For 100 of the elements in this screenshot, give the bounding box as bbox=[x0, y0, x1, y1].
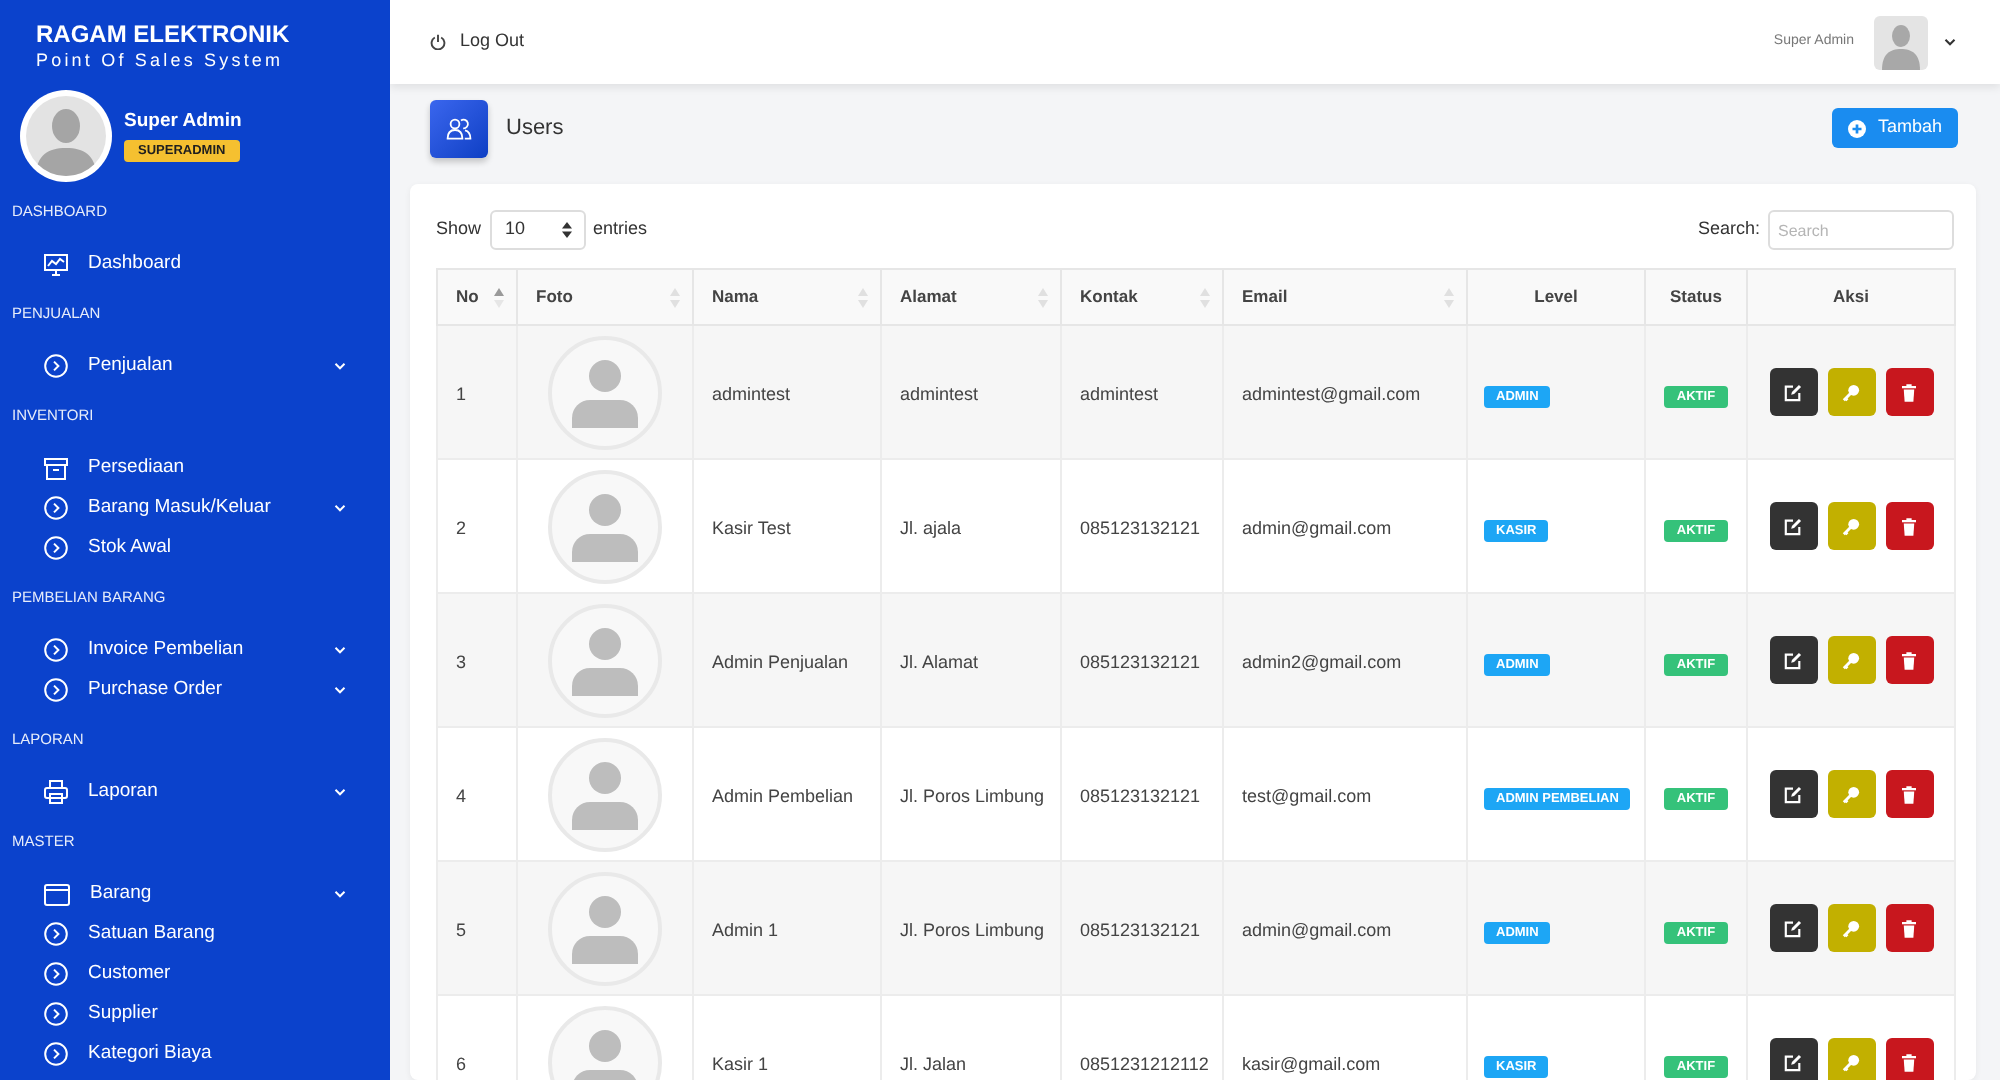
user-avatar-icon bbox=[548, 469, 662, 583]
nav-item[interactable]: Persediaan bbox=[44, 448, 346, 488]
double-caret-icon bbox=[561, 222, 572, 238]
edit-button[interactable] bbox=[1769, 904, 1817, 952]
brand-subtitle: Point Of Sales System bbox=[36, 48, 286, 72]
column-header[interactable]: Email bbox=[1223, 269, 1467, 325]
nav-item[interactable]: Satuan Barang bbox=[44, 914, 346, 954]
user-contact: 085123132121 bbox=[1080, 652, 1201, 672]
row-number: 5 bbox=[456, 920, 467, 940]
row-number: 4 bbox=[456, 786, 467, 806]
edit-button[interactable] bbox=[1769, 636, 1817, 684]
caret-icon bbox=[1944, 38, 1956, 46]
user-email: admin@gmail.com bbox=[1242, 518, 1392, 538]
user-address: Jl. ajala bbox=[900, 518, 962, 538]
user-name: Super Admin bbox=[124, 110, 242, 134]
nav-item[interactable]: Dashboard bbox=[44, 244, 346, 284]
key-icon bbox=[1842, 919, 1860, 937]
user-address: Jl. Jalan bbox=[900, 1054, 967, 1074]
edit-icon bbox=[1784, 1053, 1802, 1071]
window-icon bbox=[44, 883, 70, 905]
user-name: Kasir Test bbox=[712, 518, 791, 538]
nav-item[interactable]: Penjualan bbox=[44, 346, 346, 386]
user-name: Admin Penjualan bbox=[712, 652, 849, 672]
edit-button[interactable] bbox=[1769, 368, 1817, 416]
archive-icon bbox=[44, 457, 68, 479]
user-avatar-icon bbox=[548, 737, 662, 851]
edit-button[interactable] bbox=[1769, 770, 1817, 818]
user-email: kasir@gmail.com bbox=[1242, 1054, 1381, 1074]
trash-icon bbox=[1902, 651, 1916, 669]
edit-icon bbox=[1784, 383, 1802, 401]
trash-icon bbox=[1902, 383, 1916, 401]
page-size-select[interactable]: 10 bbox=[489, 210, 586, 250]
user-address: Jl. Poros Limbung bbox=[900, 920, 1045, 940]
user-address: Jl. Alamat bbox=[900, 652, 979, 672]
search-field[interactable]: Search bbox=[1768, 210, 1954, 250]
edit-icon bbox=[1784, 785, 1802, 803]
nav-item[interactable]: Purchase Order bbox=[44, 670, 346, 710]
user-contact: 0851231212112 bbox=[1080, 1054, 1209, 1074]
column-header[interactable]: No bbox=[437, 269, 517, 325]
nav-item[interactable]: Customer bbox=[44, 954, 346, 994]
show-label: Show bbox=[436, 216, 482, 243]
nav-item[interactable]: Invoice Pembelian bbox=[44, 630, 346, 670]
user-contact: admintest bbox=[1080, 384, 1159, 404]
user-name: Admin 1 bbox=[712, 920, 779, 940]
logout-link[interactable]: Log Out bbox=[430, 28, 525, 56]
user-name: Admin Pembelian bbox=[712, 786, 854, 806]
row-number: 3 bbox=[456, 652, 467, 672]
plus-circle-icon bbox=[1847, 119, 1866, 137]
delete-button[interactable] bbox=[1885, 636, 1933, 684]
user-name: Kasir 1 bbox=[712, 1054, 769, 1074]
trash-icon bbox=[1902, 517, 1916, 535]
user-contact: 085123132121 bbox=[1080, 920, 1201, 940]
edit-icon bbox=[1784, 919, 1802, 937]
user-contact: 085123132121 bbox=[1080, 518, 1201, 538]
user-contact: 085123132121 bbox=[1080, 786, 1201, 806]
delete-button[interactable] bbox=[1885, 368, 1933, 416]
user-avatar-icon bbox=[548, 335, 662, 449]
delete-button[interactable] bbox=[1885, 1038, 1933, 1080]
trash-icon bbox=[1902, 785, 1916, 803]
search-label: Search: bbox=[1697, 216, 1760, 243]
nav-item[interactable]: Supplier bbox=[44, 994, 346, 1034]
user-address: Jl. Poros Limbung bbox=[900, 786, 1045, 806]
user-avatar-icon bbox=[548, 603, 662, 717]
row-number: 6 bbox=[456, 1054, 467, 1074]
power-icon bbox=[430, 34, 446, 50]
key-icon bbox=[1842, 1053, 1860, 1071]
trash-icon bbox=[1902, 919, 1916, 937]
edit-button[interactable] bbox=[1769, 1038, 1817, 1080]
user-avatar-icon bbox=[20, 90, 112, 182]
nav-item[interactable]: Barang Masuk/Keluar bbox=[44, 488, 346, 528]
user-avatar-icon bbox=[548, 871, 662, 985]
user-email: admintest@gmail.com bbox=[1242, 384, 1421, 404]
row-number: 2 bbox=[456, 518, 467, 538]
key-icon bbox=[1842, 383, 1860, 401]
entries-label: entries bbox=[593, 216, 648, 243]
page-title: Users bbox=[506, 113, 564, 144]
key-icon bbox=[1842, 785, 1860, 803]
user-email: admin@gmail.com bbox=[1242, 920, 1392, 940]
printer-icon bbox=[44, 780, 68, 804]
row-number: 1 bbox=[456, 384, 467, 404]
nav-item[interactable]: Stok Awal bbox=[44, 528, 346, 568]
key-icon bbox=[1842, 651, 1860, 669]
key-icon bbox=[1842, 517, 1860, 535]
nav-item[interactable]: Barang bbox=[44, 874, 346, 914]
edit-icon bbox=[1784, 517, 1802, 535]
delete-button[interactable] bbox=[1885, 770, 1933, 818]
user-name: admintest bbox=[712, 384, 791, 404]
user-email: test@gmail.com bbox=[1242, 786, 1372, 806]
chart-monitor-icon bbox=[44, 253, 68, 275]
users-icon bbox=[430, 99, 488, 157]
edit-button[interactable] bbox=[1769, 502, 1817, 550]
nav-item[interactable]: Laporan bbox=[44, 772, 346, 812]
brand-title: RAGAM ELEKTRONIK bbox=[36, 20, 292, 48]
user-address: admintest bbox=[900, 384, 979, 404]
trash-icon bbox=[1902, 1053, 1916, 1071]
user-email: admin2@gmail.com bbox=[1242, 652, 1402, 672]
delete-button[interactable] bbox=[1885, 904, 1933, 952]
delete-button[interactable] bbox=[1885, 502, 1933, 550]
nav-item[interactable]: Kategori Biaya bbox=[44, 1034, 346, 1074]
edit-icon bbox=[1784, 651, 1802, 669]
